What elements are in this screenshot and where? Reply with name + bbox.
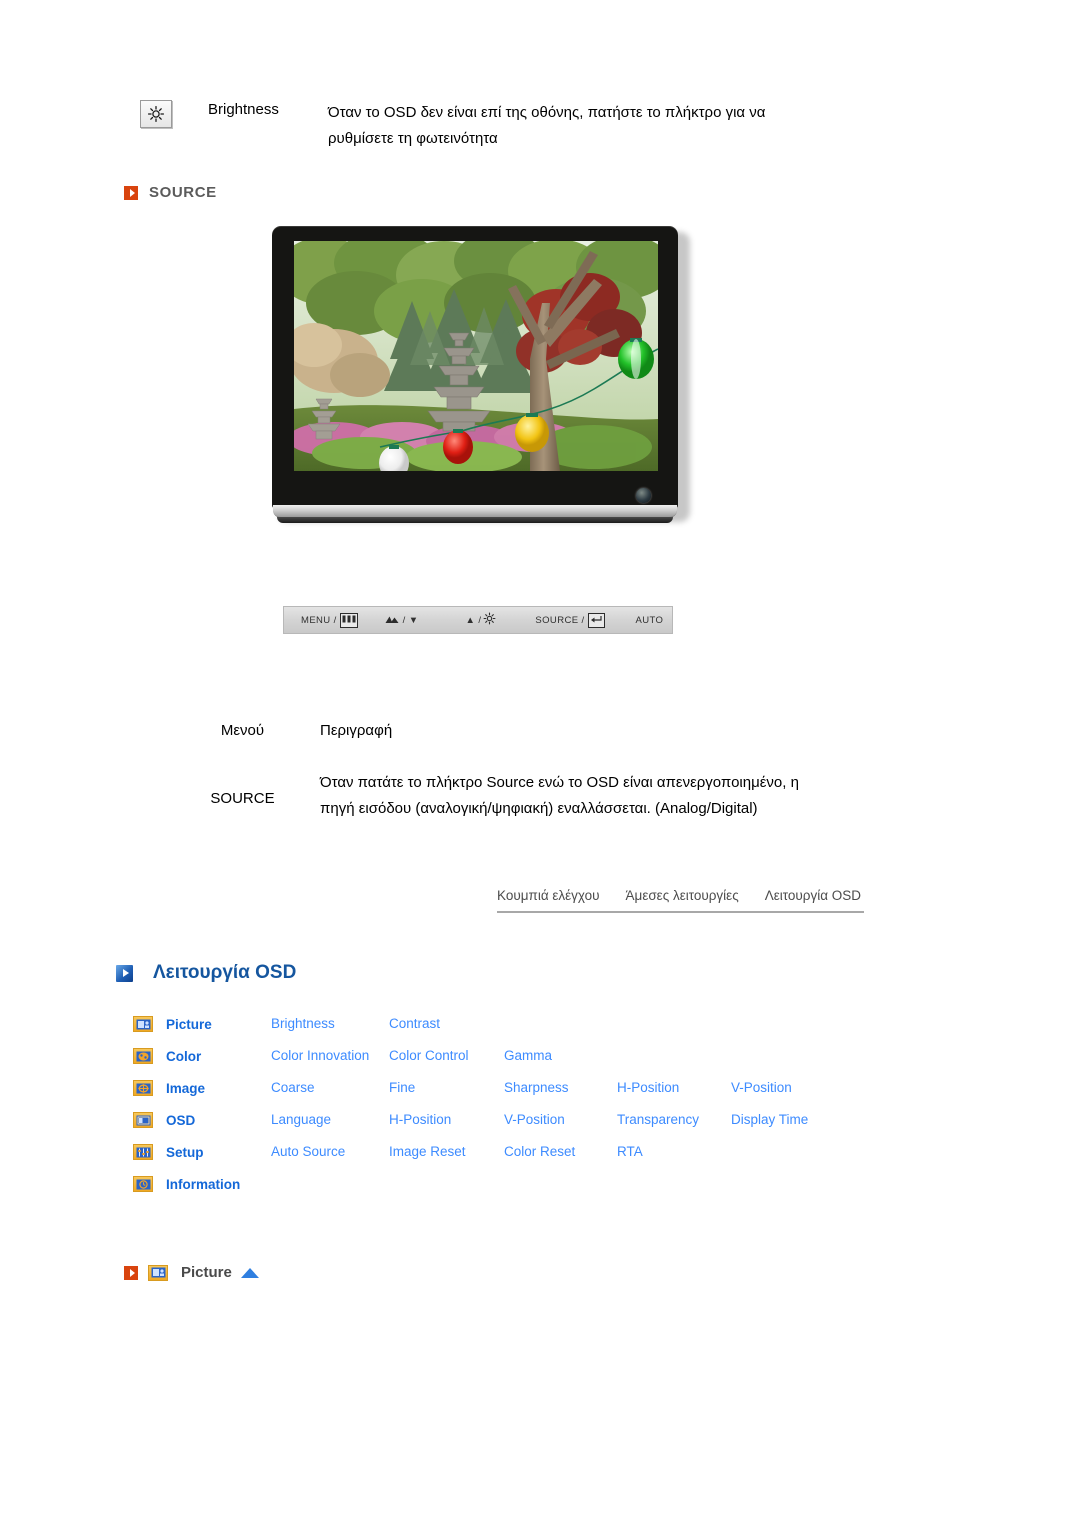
brightness-direct-key-row: Brightness Όταν το OSD δεν είναι επί της… [140, 100, 960, 152]
mountain-contrast-icon [385, 614, 400, 627]
control-source-label: SOURCE / [535, 614, 585, 626]
monitor-control-button-bar: MENU / / ▼ ▲ / SOURCE / AUTO [283, 606, 673, 634]
control-auto-label: AUTO [635, 614, 664, 626]
osd-heading-text: Λειτουργία OSD [153, 962, 297, 983]
osd-category-picture[interactable]: Picture [166, 1017, 271, 1032]
osd-category-color[interactable]: Color [166, 1049, 271, 1064]
source-description-table: Μενού Περιγραφή SOURCE Όταν πατάτε το πλ… [165, 722, 825, 822]
control-up-brightness-button[interactable]: ▲ / [466, 612, 497, 628]
brightness-sun-icon [483, 612, 496, 628]
osd-item-h-position[interactable]: H-Position [389, 1111, 504, 1129]
brightness-description: Όταν το OSD δεν είναι επί της οθόνης, πα… [328, 104, 766, 147]
osd-item-language[interactable]: Language [271, 1111, 389, 1129]
monitor-bezel [272, 226, 678, 509]
information-clock-icon [133, 1176, 153, 1192]
menu-grid-icon [339, 612, 358, 628]
osd-item-h-position[interactable]: H-Position [617, 1079, 731, 1097]
monitor-illustration [272, 226, 690, 526]
row-label-source: SOURCE [210, 790, 275, 807]
control-down-button[interactable]: / ▼ [385, 614, 419, 627]
setup-sliders-icon [133, 1144, 153, 1160]
osd-item-coarse[interactable]: Coarse [271, 1079, 389, 1097]
picture-icon [148, 1264, 168, 1281]
osd-window-icon [133, 1112, 153, 1128]
osd-item-fine[interactable]: Fine [389, 1079, 504, 1097]
osd-item-brightness[interactable]: Brightness [271, 1015, 389, 1033]
picture-icon [133, 1016, 153, 1032]
osd-section-heading: Λειτουργία OSD [116, 962, 296, 984]
enter-return-icon [587, 612, 605, 628]
osd-item-color-reset[interactable]: Color Reset [504, 1143, 617, 1161]
osd-item-color-innovation[interactable]: Color Innovation [271, 1047, 389, 1065]
row-description-source: Όταν πατάτε το πλήκτρο Source ενώ το OSD… [320, 774, 799, 817]
osd-menu-row: Color Color Innovation Color Control Gam… [133, 1040, 963, 1072]
picture-subsection-heading: Picture [124, 1264, 259, 1281]
brightness-sun-icon [140, 100, 172, 128]
column-header-description: Περιγραφή [320, 722, 393, 739]
source-section-heading: SOURCE [124, 184, 217, 201]
osd-item-gamma[interactable]: Gamma [504, 1047, 617, 1065]
osd-category-information[interactable]: Information [166, 1177, 271, 1192]
power-indicator-icon [636, 488, 651, 503]
osd-category-image[interactable]: Image [166, 1081, 271, 1096]
osd-item-sharpness[interactable]: Sharpness [504, 1079, 617, 1097]
osd-item-rta[interactable]: RTA [617, 1143, 731, 1161]
color-palette-icon [133, 1048, 153, 1064]
osd-category-setup[interactable]: Setup [166, 1145, 271, 1160]
control-up-label: ▲ / [465, 614, 482, 626]
osd-item-v-position[interactable]: V-Position [504, 1111, 617, 1129]
image-adjust-icon [133, 1080, 153, 1096]
control-separator: / [402, 614, 406, 626]
osd-item-image-reset[interactable]: Image Reset [389, 1143, 504, 1161]
osd-item-v-position[interactable]: V-Position [731, 1079, 851, 1097]
osd-item-display-time[interactable]: Display Time [731, 1111, 851, 1129]
control-menu-label: MENU / [301, 614, 337, 626]
osd-item-auto-source[interactable]: Auto Source [271, 1143, 389, 1161]
osd-category-osd[interactable]: OSD [166, 1113, 271, 1128]
section-tabbar: Κουμπιά ελέγχου Άμεσες λειτουργίες Λειτο… [497, 888, 864, 913]
column-header-menu: Μενού [220, 722, 265, 739]
osd-item-color-control[interactable]: Color Control [389, 1047, 504, 1065]
orange-triangle-bullet-icon [124, 185, 138, 200]
control-source-enter-button[interactable]: SOURCE / [535, 612, 605, 628]
tab-osd-function[interactable]: Λειτουργία OSD [765, 888, 861, 903]
osd-menu-row: Setup Auto Source Image Reset Color Rese… [133, 1136, 963, 1168]
blue-up-triangle-icon[interactable] [240, 1267, 259, 1278]
osd-menu-row: Image Coarse Fine Sharpness H-Position V… [133, 1072, 963, 1104]
orange-triangle-bullet-icon [124, 1265, 138, 1280]
osd-item-contrast[interactable]: Contrast [389, 1015, 504, 1033]
tab-control-buttons[interactable]: Κουμπιά ελέγχου [497, 888, 600, 903]
osd-menu-row: OSD Language H-Position V-Position Trans… [133, 1104, 963, 1136]
osd-menu-map: Picture Brightness Contrast Color Color … [133, 1008, 963, 1200]
osd-item-transparency[interactable]: Transparency [617, 1111, 731, 1129]
monitor-screen-photo [294, 241, 658, 471]
osd-menu-row: Picture Brightness Contrast [133, 1008, 963, 1040]
osd-menu-row: Information [133, 1168, 963, 1200]
control-down-label: ▼ [408, 614, 419, 626]
description-table-header: Μενού Περιγραφή [165, 722, 825, 770]
monitor-base [277, 517, 673, 523]
picture-footer-label: Picture [181, 1264, 232, 1281]
blue-triangle-bullet-icon [116, 964, 133, 982]
tab-direct-functions[interactable]: Άμεσες λειτουργίες [626, 888, 739, 903]
control-menu-button[interactable]: MENU / [301, 612, 358, 628]
table-row: SOURCE Όταν πατάτε το πλήκτρο Source ενώ… [165, 770, 825, 822]
control-auto-button[interactable]: AUTO [636, 615, 664, 626]
source-heading-text: SOURCE [149, 184, 217, 201]
brightness-label: Brightness [208, 101, 279, 118]
